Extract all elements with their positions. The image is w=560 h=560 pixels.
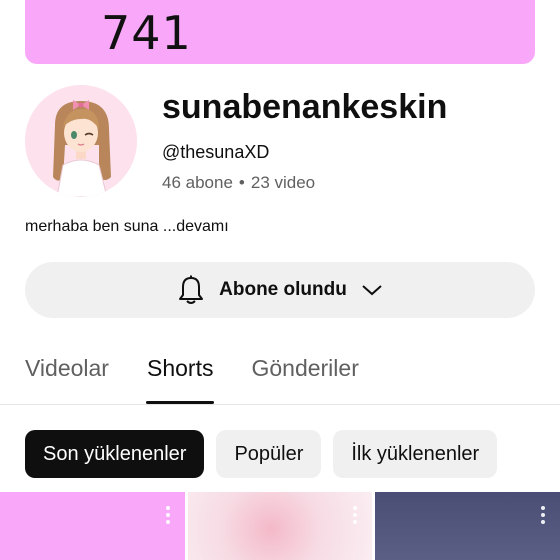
avatar-illustration bbox=[25, 85, 137, 197]
description-more-link[interactable]: ...devamı bbox=[163, 218, 229, 235]
chip-populer[interactable]: Popüler bbox=[216, 430, 322, 478]
tabs-divider bbox=[0, 404, 560, 405]
subscriber-count: 46 abone bbox=[162, 173, 233, 192]
tab-videolar[interactable]: Videolar bbox=[25, 352, 109, 404]
short-thumbnail[interactable] bbox=[187, 492, 373, 560]
shorts-grid bbox=[0, 492, 560, 560]
channel-tabs: Videolar Shorts Gönderiler bbox=[25, 352, 397, 404]
channel-stats: 46 abone • 23 video bbox=[162, 173, 315, 193]
tab-gonderiler[interactable]: Gönderiler bbox=[251, 352, 358, 404]
channel-handle: @thesunaXD bbox=[162, 142, 270, 162]
subscribed-button[interactable]: Abone olundu bbox=[25, 262, 535, 318]
channel-avatar[interactable] bbox=[25, 85, 137, 197]
short-thumbnail[interactable] bbox=[0, 492, 185, 560]
banner-text: 741 bbox=[101, 6, 192, 60]
short-thumbnail[interactable] bbox=[375, 492, 560, 560]
tab-shorts[interactable]: Shorts bbox=[145, 352, 215, 404]
sort-chips: Son yüklenenler Popüler İlk yüklenenler bbox=[25, 430, 498, 478]
channel-name: sunabenankeskin bbox=[162, 88, 448, 126]
more-vert-icon[interactable] bbox=[540, 506, 546, 527]
video-count: 23 video bbox=[250, 173, 316, 192]
description-text: merhaba ben suna bbox=[25, 218, 163, 235]
channel-description[interactable]: merhaba ben suna ...devamı bbox=[25, 218, 229, 236]
chip-son-yuklenenler[interactable]: Son yüklenenler bbox=[25, 430, 205, 478]
bell-icon bbox=[177, 275, 205, 305]
more-vert-icon[interactable] bbox=[165, 506, 171, 527]
subscribed-label: Abone olundu bbox=[219, 279, 347, 300]
chip-ilk-yuklenenler[interactable]: İlk yüklenenler bbox=[333, 430, 498, 478]
chevron-down-icon bbox=[361, 283, 383, 297]
stats-separator: • bbox=[238, 173, 245, 192]
channel-banner[interactable]: 741 bbox=[25, 0, 535, 64]
more-vert-icon[interactable] bbox=[352, 506, 358, 527]
